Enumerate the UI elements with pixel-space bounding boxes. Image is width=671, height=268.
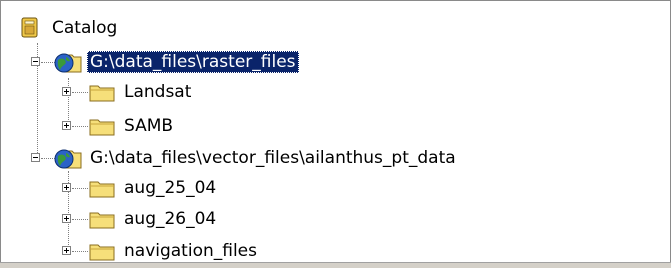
expand-toggle[interactable] xyxy=(62,246,71,255)
globe-folder-icon xyxy=(53,51,83,80)
tree-guide-line xyxy=(72,188,88,189)
globe-folder-icon xyxy=(53,147,83,176)
tree-node-label: Catalog xyxy=(52,18,118,38)
catalog-tree: Catalog G:\data_files\raster_files Lands… xyxy=(1,1,670,263)
collapse-toggle[interactable] xyxy=(31,57,40,66)
tree-node-landsat[interactable]: Landsat xyxy=(89,77,194,107)
expand-toggle[interactable] xyxy=(62,121,71,130)
tree-guide-line xyxy=(72,219,88,220)
tree-node-catalog[interactable]: Catalog xyxy=(19,13,120,43)
tree-node-label: G:\data_files\raster_files xyxy=(87,51,299,73)
tree-node-label: navigation_files xyxy=(124,241,257,261)
tree-node-raster-files[interactable]: G:\data_files\raster_files xyxy=(53,47,299,77)
tree-node-aug-25-04[interactable]: aug_25_04 xyxy=(89,173,219,203)
expand-toggle[interactable] xyxy=(62,87,71,96)
expand-toggle[interactable] xyxy=(62,183,71,192)
folder-icon xyxy=(89,210,115,234)
tree-node-aug-26-04[interactable]: aug_26_04 xyxy=(89,204,219,234)
expand-toggle[interactable] xyxy=(62,214,71,223)
catalog-tree-panel: Catalog G:\data_files\raster_files Lands… xyxy=(0,0,671,267)
collapse-toggle[interactable] xyxy=(31,153,40,162)
tree-node-label: aug_26_04 xyxy=(124,209,217,229)
panel-bottom-edge xyxy=(0,262,671,268)
catalog-icon xyxy=(19,16,41,45)
folder-icon xyxy=(89,83,115,107)
tree-node-samb[interactable]: SAMB xyxy=(89,111,176,141)
tree-guide-line xyxy=(68,78,69,126)
tree-guide-line xyxy=(72,126,88,127)
tree-node-ailanthus-pt-data[interactable]: G:\data_files\vector_files\ailanthus_pt_… xyxy=(53,143,459,173)
tree-guide-line xyxy=(72,92,88,93)
tree-node-label: Landsat xyxy=(124,82,192,102)
folder-icon xyxy=(89,117,115,141)
tree-node-label: SAMB xyxy=(124,116,174,136)
tree-guide-line xyxy=(72,251,88,252)
tree-node-label: G:\data_files\vector_files\ailanthus_pt_… xyxy=(90,148,456,168)
tree-node-label: aug_25_04 xyxy=(124,178,217,198)
folder-icon xyxy=(89,179,115,203)
